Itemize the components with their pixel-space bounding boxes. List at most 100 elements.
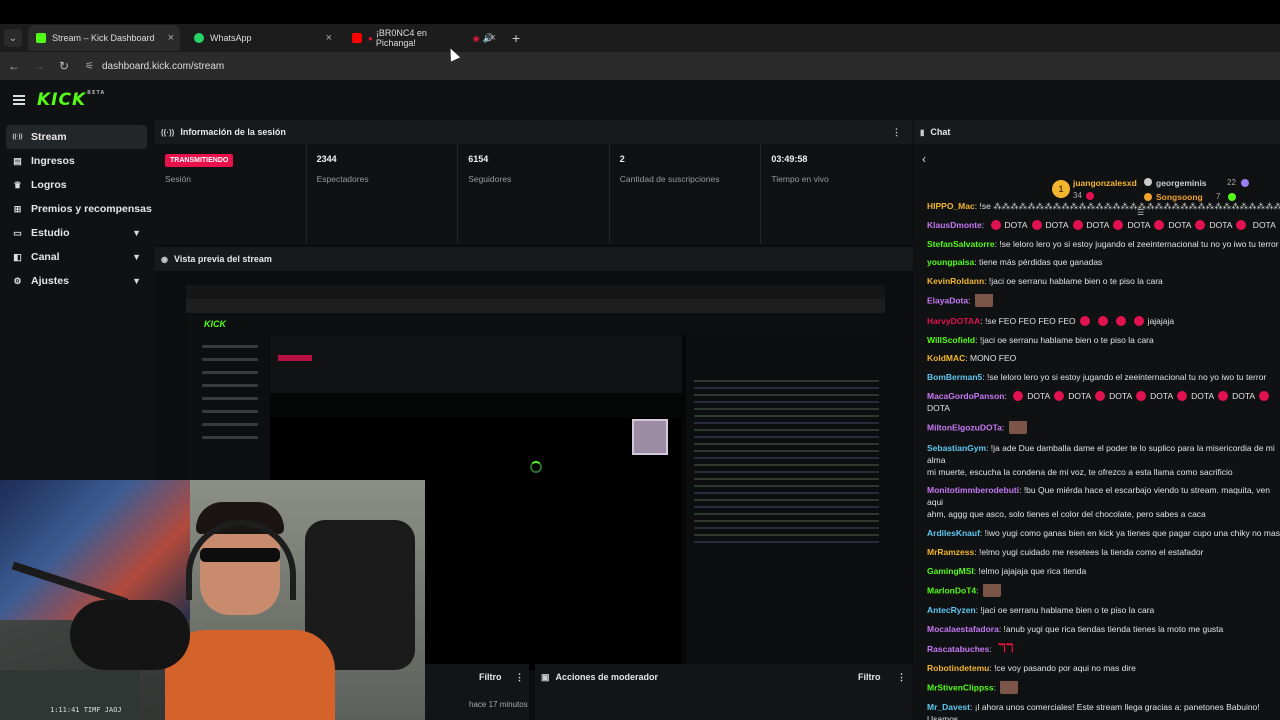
chat-username[interactable]: Mr_Davest bbox=[927, 702, 970, 712]
back-icon[interactable]: ← bbox=[3, 59, 25, 73]
chat-message[interactable]: Mocalaestafadora: !anub yugi que rica ti… bbox=[914, 623, 1280, 635]
chat-username[interactable]: Monitotimmberodebuti bbox=[927, 485, 1019, 495]
chat-username[interactable]: BomBerman5 bbox=[927, 372, 982, 382]
chat-message[interactable]: SebastianGym: !ja ade Due damballa dame … bbox=[914, 442, 1280, 478]
url-field[interactable]: ⚟ dashboard.kick.com/stream bbox=[85, 56, 224, 76]
browser-tab-whatsapp[interactable]: WhatsApp × bbox=[186, 25, 338, 51]
sidebar-item-stream[interactable]: ((·)) Stream bbox=[6, 125, 147, 149]
heart-emote-icon bbox=[1079, 315, 1090, 326]
menu-icon[interactable] bbox=[13, 95, 25, 105]
stat-value: 6154 bbox=[468, 154, 489, 164]
window-top-bar bbox=[0, 0, 1280, 24]
heart-emote-icon bbox=[1115, 315, 1126, 326]
chat-username[interactable]: youngpaisa bbox=[927, 257, 974, 267]
chat-message[interactable]: WillScofield: !jaci oe serranu hablame b… bbox=[914, 334, 1280, 346]
new-tab-button[interactable]: + bbox=[512, 30, 520, 46]
chat-message[interactable]: MarlonDoT4: bbox=[914, 583, 1280, 598]
chat-message[interactable]: HIPPO_Mac: !se ⁂⁂⁂⁂⁂⁂⁂⁂⁂⁂⁂⁂⁂⁂⁂⁂⁂⁂⁂⁂⁂⁂⁂⁂⁂… bbox=[914, 200, 1280, 212]
kick-logo[interactable]: KICKBETA bbox=[37, 90, 105, 110]
chat-message[interactable]: KevinRoldann: !jaci oe serranu hablame b… bbox=[914, 275, 1280, 287]
chevron-down-icon[interactable]: ▼ bbox=[132, 252, 141, 262]
chat-username[interactable]: HarvyDOTAA bbox=[927, 316, 980, 326]
chat-message[interactable]: Robotindetemu: !ce voy pasando por aqui … bbox=[914, 662, 1280, 674]
sidebar-item-premios[interactable]: ⊞ Premios y recompensas bbox=[0, 197, 155, 221]
stat-label: Tiempo en vivo bbox=[771, 174, 829, 184]
chat-message[interactable]: ArdilesKnauf: !iwo yugi como ganas bien … bbox=[914, 527, 1280, 539]
emote-icon bbox=[1008, 420, 1027, 434]
tab-close-icon[interactable]: × bbox=[326, 32, 332, 44]
more-options-icon[interactable]: ⋮ bbox=[515, 672, 524, 683]
chat-message[interactable]: GamingMSI: !elmo jajajaja que rica tiend… bbox=[914, 565, 1280, 577]
chat-username[interactable]: HIPPO_Mac bbox=[927, 201, 975, 211]
chat-message[interactable]: KlausDmonte: DOTA DOTA DOTA DOTA DOTA DOTA DO… bbox=[914, 219, 1280, 231]
chat-message[interactable]: StefanSalvatorre: !se leloro lero yo si … bbox=[914, 238, 1280, 250]
site-settings-icon[interactable]: ⚟ bbox=[85, 61, 94, 72]
filter-button[interactable]: Filtro bbox=[479, 672, 502, 682]
browser-tab-kick[interactable]: Stream – Kick Dashboard × bbox=[28, 25, 180, 51]
chat-username[interactable]: Rascatabuches bbox=[927, 644, 989, 654]
chat-message[interactable]: Monitotimmberodebuti: !bu Que miérda hac… bbox=[914, 484, 1280, 520]
heart-emote-icon bbox=[1136, 390, 1147, 401]
chat-message[interactable]: Rascatabuches: ℸℸ bbox=[914, 642, 1280, 655]
sidebar-item-ajustes[interactable]: ⚙ Ajustes ▼ bbox=[0, 269, 155, 293]
chat-message[interactable]: MiltonElgozuDOTa: bbox=[914, 420, 1280, 435]
chat-username[interactable]: MiltonElgozuDOTa bbox=[927, 422, 1002, 432]
chat-message[interactable]: youngpaisa: tiene más pérdidas que ganad… bbox=[914, 256, 1280, 268]
chat-message[interactable]: Mr_Davest: ¡l ahora unos comerciales! Es… bbox=[914, 701, 1280, 720]
sidebar-item-label: Ingresos bbox=[31, 155, 75, 167]
chat-username[interactable]: KevinRoldann bbox=[927, 276, 984, 286]
chat-username[interactable]: KoldMAC bbox=[927, 353, 965, 363]
reload-icon[interactable]: ↻ bbox=[53, 59, 75, 73]
chat-username[interactable]: WillScofield bbox=[927, 335, 975, 345]
chat-message[interactable]: HarvyDOTAA: !se FEO FEO FEO FEO jajajaja bbox=[914, 315, 1280, 327]
browser-tab-youtube[interactable]: ● ¡BR0NC4 en Pichanga! ◉ 🔊 × bbox=[344, 25, 502, 51]
chat-message[interactable]: MrRamzess: !elmo yugi cuidado me resetee… bbox=[914, 546, 1280, 558]
forward-icon[interactable]: → bbox=[28, 59, 50, 73]
chat-message[interactable]: MacaGordoPanson: DOTA DOTA DOTA DOTA DOTA DOT… bbox=[914, 390, 1280, 414]
chevron-down-icon[interactable]: ▼ bbox=[132, 276, 141, 286]
chat-text: DOTA bbox=[1045, 219, 1069, 230]
back-arrow-icon[interactable]: ‹ bbox=[922, 152, 926, 166]
chat-username[interactable]: MrRamzess bbox=[927, 547, 974, 557]
chat-message[interactable]: MrStivenClippss: bbox=[914, 680, 1280, 695]
preview-title: Vista previa del stream bbox=[173, 254, 272, 264]
chat-text: !jaci oe serranu hablame bien o te piso … bbox=[988, 276, 1163, 287]
sidebar-item-ingresos[interactable]: ▤ Ingresos bbox=[0, 149, 155, 173]
chat-username[interactable]: KlausDmonte bbox=[927, 220, 982, 230]
chat-username[interactable]: MacaGordoPanson bbox=[927, 391, 1004, 401]
chat-username[interactable]: AntecRyzen bbox=[927, 605, 976, 615]
chat-message[interactable]: BomBerman5: !se leloro lero yo si estoy … bbox=[914, 371, 1280, 383]
chat-username[interactable]: Robotindetemu bbox=[927, 663, 989, 673]
more-options-icon[interactable]: ⋮ bbox=[892, 127, 901, 138]
tab-search-button[interactable]: ⌄ bbox=[4, 29, 22, 47]
chat-username[interactable]: Mocalaestafadora bbox=[927, 624, 999, 634]
tab-close-icon[interactable]: × bbox=[168, 32, 174, 44]
chat-username[interactable]: StefanSalvatorre bbox=[927, 239, 995, 249]
chat-username[interactable]: ElayaDota bbox=[927, 295, 968, 305]
sidebar-item-estudio[interactable]: ▭ Estudio ▼ bbox=[0, 221, 155, 245]
chat-username[interactable]: SebastianGym bbox=[927, 443, 986, 453]
emote-icon bbox=[974, 293, 993, 307]
chat-username[interactable]: GamingMSI bbox=[927, 566, 974, 576]
chat-text: DOTA bbox=[1068, 390, 1092, 401]
chat-message[interactable]: KoldMAC: MONO FEO bbox=[914, 352, 1280, 364]
sidebar-item-logros[interactable]: ♛ Logros bbox=[0, 173, 155, 197]
chat-username[interactable]: ArdilesKnauf bbox=[927, 528, 980, 538]
gear-icon: ⚙ bbox=[13, 275, 22, 286]
more-options-icon[interactable]: ⋮ bbox=[897, 672, 906, 683]
tab-close-icon[interactable]: × bbox=[490, 32, 496, 44]
loading-spinner-icon bbox=[530, 461, 542, 473]
chevron-down-icon[interactable]: ▼ bbox=[132, 228, 141, 238]
address-bar: ← → ↻ ⚟ dashboard.kick.com/stream bbox=[0, 52, 1280, 80]
heart-emote-icon bbox=[1195, 219, 1206, 230]
live-status-badge: TRANSMITIENDO bbox=[165, 154, 234, 167]
chat-message[interactable]: ElayaDota: bbox=[914, 293, 1280, 308]
gifter-name[interactable]: georgeminis bbox=[1156, 178, 1207, 188]
filter-button[interactable]: Filtro bbox=[858, 672, 881, 682]
chat-username[interactable]: MarlonDoT4 bbox=[927, 585, 976, 595]
chat-username[interactable]: MrStivenClippss bbox=[927, 682, 994, 692]
broadcast-icon: ((·)) bbox=[161, 127, 175, 137]
gifter-name[interactable]: juangonzalesxd bbox=[1073, 178, 1137, 188]
sidebar-item-canal[interactable]: ◧ Canal ▼ bbox=[0, 245, 155, 269]
chat-message[interactable]: AntecRyzen: !jaci oe serranu hablame bie… bbox=[914, 604, 1280, 616]
